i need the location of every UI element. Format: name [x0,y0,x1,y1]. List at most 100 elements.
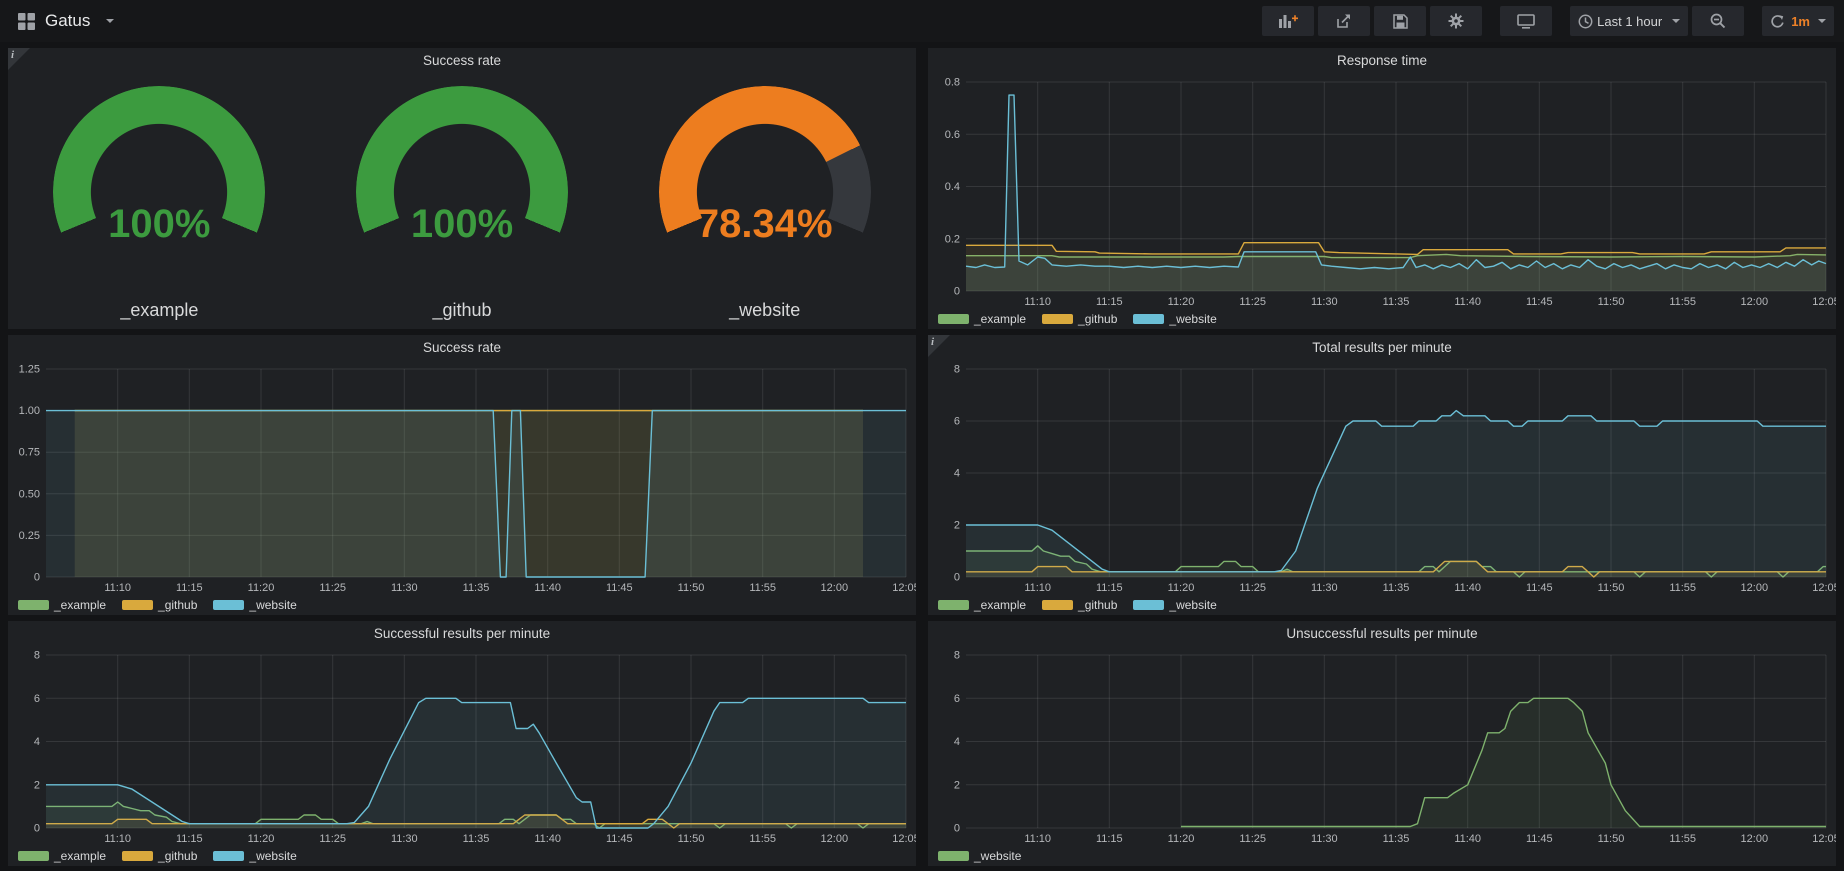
legend-item-_example[interactable]: _example [18,598,106,612]
chart-canvas[interactable]: 00.250.500.751.001.2511:1011:1511:2011:2… [8,361,916,595]
successful-results-chart[interactable]: 0246811:1011:1511:2011:2511:3011:3511:40… [8,647,916,846]
svg-text:0.6: 0.6 [945,129,960,141]
legend-series-name: _example [974,598,1026,612]
save-button[interactable] [1374,6,1426,36]
legend-series-name: _example [54,849,106,863]
add-panel-button[interactable] [1262,6,1314,36]
panel-title[interactable]: Successful results per minute [8,621,916,647]
unsuccessful-results-chart[interactable]: 0246811:1011:1511:2011:2511:3011:3511:40… [928,647,1836,846]
svg-text:11:45: 11:45 [606,582,633,594]
chart-legend: _example _github _website [8,595,916,615]
panel-title[interactable]: Success rate [8,335,916,361]
legend-series-dash [1042,600,1073,610]
svg-text:11:50: 11:50 [1598,582,1625,594]
legend-item-_website[interactable]: _website [1133,312,1216,326]
legend-item-_website[interactable]: _website [1133,598,1216,612]
svg-text:0.75: 0.75 [19,447,40,459]
tv-mode-icon [1517,14,1535,29]
chevron-down-icon [106,19,114,23]
svg-text:8: 8 [954,650,960,662]
legend-series-name: _github [158,598,197,612]
svg-text:11:20: 11:20 [248,582,275,594]
legend-item-_website[interactable]: _website [213,598,296,612]
response-time-chart[interactable]: 00.20.40.60.811:1011:1511:2011:2511:3011… [928,74,1836,309]
legend-item-_website[interactable]: _website [938,849,1021,863]
dashboard-picker[interactable]: Gatus [10,7,122,35]
svg-text:11:10: 11:10 [104,833,131,845]
panel-info-icon[interactable]: i [928,335,950,357]
chart-canvas[interactable]: 00.20.40.60.811:1011:1511:2011:2511:3011… [928,74,1836,309]
svg-text:0: 0 [954,572,960,584]
panel-title[interactable]: Success rate [8,48,916,74]
legend-series-name: _example [974,312,1026,326]
svg-text:12:05: 12:05 [892,833,916,845]
save-icon [1393,14,1408,29]
chart-legend: _example _github _website [928,595,1836,615]
svg-text:2: 2 [34,779,40,791]
svg-text:11:50: 11:50 [1598,296,1625,308]
chevron-down-icon [1672,19,1680,23]
svg-text:0: 0 [34,572,40,584]
legend-series-name: _github [158,849,197,863]
svg-text:12:00: 12:00 [1741,296,1769,308]
legend-series-dash [213,600,244,610]
dashboard-grid: i Success rate 100% _example 100% _githu… [0,42,1844,866]
gauge-label: _github [311,300,614,321]
legend-item-_example[interactable]: _example [18,849,106,863]
chart-canvas[interactable]: 0246811:1011:1511:2011:2511:3011:3511:40… [928,361,1836,595]
legend-item-_github[interactable]: _github [122,849,197,863]
svg-text:11:55: 11:55 [749,833,776,845]
gauge-label: _example [8,300,311,321]
svg-text:11:30: 11:30 [1311,296,1338,308]
refresh-button[interactable]: 1m [1762,6,1834,36]
svg-text:11:45: 11:45 [1526,296,1553,308]
legend-series-name: _website [974,849,1021,863]
svg-text:2: 2 [954,520,960,532]
settings-button[interactable] [1430,6,1482,36]
chart-canvas[interactable]: 0246811:1011:1511:2011:2511:3011:3511:40… [8,647,916,846]
svg-text:11:50: 11:50 [678,833,705,845]
panel-title[interactable]: Response time [928,48,1836,74]
svg-text:11:25: 11:25 [1239,296,1266,308]
svg-text:11:35: 11:35 [1383,582,1410,594]
svg-text:8: 8 [34,650,40,662]
legend-item-_github[interactable]: _github [1042,598,1117,612]
success-rate-chart[interactable]: 00.250.500.751.001.2511:1011:1511:2011:2… [8,361,916,595]
svg-text:2: 2 [954,779,960,791]
legend-series-name: _github [1078,312,1117,326]
toolbar: Last 1 hour 1m [1258,6,1834,36]
legend-series-dash [938,314,969,324]
svg-text:11:10: 11:10 [104,582,131,594]
legend-series-name: _github [1078,598,1117,612]
gauge-arc [356,86,568,298]
legend-item-_github[interactable]: _github [122,598,197,612]
gauge-group: 100% _example 100% _github 78.34% _websi… [8,74,916,329]
legend-item-_github[interactable]: _github [1042,312,1117,326]
tv-mode-button[interactable] [1500,6,1552,36]
gauge-value: 100% [311,202,614,247]
svg-text:4: 4 [34,736,40,748]
legend-series-name: _website [1169,312,1216,326]
chart-canvas[interactable]: 0246811:1011:1511:2011:2511:3011:3511:40… [928,647,1836,846]
panel-title[interactable]: Unsuccessful results per minute [928,621,1836,647]
time-range-button[interactable]: Last 1 hour [1570,6,1688,36]
legend-series-dash [213,851,244,861]
share-button[interactable] [1318,6,1370,36]
legend-item-_website[interactable]: _website [213,849,296,863]
zoom-out-button[interactable] [1692,6,1744,36]
legend-series-dash [1133,600,1164,610]
panel-title[interactable]: Total results per minute [928,335,1836,361]
legend-item-_example[interactable]: _example [938,598,1026,612]
total-results-chart[interactable]: 0246811:1011:1511:2011:2511:3011:3511:40… [928,361,1836,595]
legend-series-dash [1133,314,1164,324]
legend-item-_example[interactable]: _example [938,312,1026,326]
svg-text:11:15: 11:15 [1096,582,1123,594]
add-panel-icon [1278,13,1298,29]
svg-text:8: 8 [954,364,960,376]
gauge-arc [659,86,871,298]
panel-info-icon[interactable]: i [8,48,30,70]
refresh-icon [1770,14,1785,29]
svg-text:1.00: 1.00 [19,405,40,417]
legend-series-dash [18,851,49,861]
gauge-label: _website [613,300,916,321]
